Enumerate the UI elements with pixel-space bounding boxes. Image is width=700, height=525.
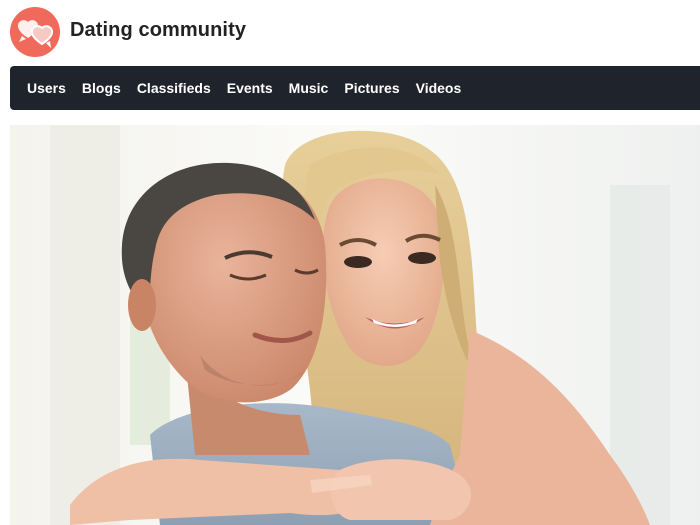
nav-item-music[interactable]: Music (289, 80, 329, 96)
nav-item-classifieds[interactable]: Classifieds (137, 80, 211, 96)
nav-item-videos[interactable]: Videos (416, 80, 462, 96)
site-name[interactable]: Dating community (70, 19, 246, 42)
nav-item-blogs[interactable]: Blogs (82, 80, 121, 96)
nav-item-pictures[interactable]: Pictures (344, 80, 399, 96)
nav-item-events[interactable]: Events (227, 80, 273, 96)
hearts-chat-icon (17, 20, 54, 48)
couple-photo (10, 125, 700, 525)
main-nav: Users Blogs Classifieds Events Music Pic… (10, 66, 700, 110)
site-header: Dating community (0, 0, 700, 62)
hero-image (10, 125, 700, 525)
site-logo[interactable] (10, 7, 60, 57)
nav-item-users[interactable]: Users (27, 80, 66, 96)
